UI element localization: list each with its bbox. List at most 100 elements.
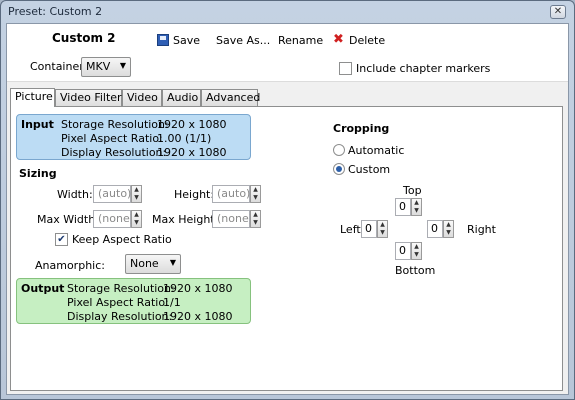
delete-icon: ✖	[333, 32, 344, 47]
crop-bottom-stepper[interactable]: ▲ ▼	[411, 242, 422, 260]
spin-down-icon[interactable]: ▼	[251, 194, 260, 202]
spin-up-icon[interactable]: ▲	[378, 221, 387, 229]
output-heading: Output	[21, 282, 65, 295]
tab-label: Video	[127, 91, 158, 104]
toolbar: Custom 2 Save Save As... Rename ✖ Delete…	[7, 24, 568, 82]
width-label: Width:	[57, 188, 93, 201]
close-icon: ✕	[553, 6, 563, 17]
spin-up-icon[interactable]: ▲	[444, 221, 453, 229]
spin-down-icon[interactable]: ▼	[378, 229, 387, 237]
width-input[interactable]: (auto)	[93, 185, 131, 203]
input-storage-label: Storage Resolution:	[61, 118, 169, 131]
container-label: Container:	[30, 60, 88, 73]
crop-left-label: Left	[340, 223, 361, 236]
tab-label: Advanced	[206, 91, 261, 104]
spin-down-icon[interactable]: ▼	[132, 194, 141, 202]
anamorphic-label: Anamorphic:	[35, 259, 105, 272]
max-height-input[interactable]: (none)	[212, 210, 253, 228]
anamorphic-value: None	[130, 257, 159, 270]
crop-automatic-radio[interactable]	[333, 144, 345, 156]
rename-button[interactable]: Rename	[278, 31, 323, 49]
spin-up-icon[interactable]: ▲	[412, 243, 421, 251]
input-info-box: Input Storage Resolution: 1920 x 1080 Pi…	[16, 114, 251, 160]
spin-up-icon[interactable]: ▲	[132, 186, 141, 194]
max-height-label: Max Height:	[152, 213, 219, 226]
output-display-label: Display Resolution:	[67, 310, 173, 323]
title-bar[interactable]: Preset: Custom 2 ✕	[1, 1, 574, 23]
crop-top-input[interactable]: 0	[395, 198, 411, 216]
crop-left-input[interactable]: 0	[361, 220, 377, 238]
max-width-stepper[interactable]: ▲ ▼	[131, 210, 142, 228]
anamorphic-select[interactable]: None ▼	[125, 254, 181, 274]
tab-video-filters[interactable]: Video Filters	[55, 89, 127, 106]
chevron-down-icon: ▼	[119, 61, 126, 70]
input-heading: Input	[21, 118, 54, 131]
tab-video[interactable]: Video	[122, 89, 162, 106]
spin-up-icon[interactable]: ▲	[251, 211, 260, 219]
crop-top-stepper[interactable]: ▲ ▼	[411, 198, 422, 216]
floppy-disk-icon	[157, 34, 169, 46]
delete-button[interactable]: ✖ Delete	[333, 31, 385, 49]
spin-up-icon[interactable]: ▲	[412, 199, 421, 207]
window-title: Preset: Custom 2	[8, 5, 103, 18]
checkmark-icon: ✔	[57, 234, 66, 245]
crop-bottom-input[interactable]: 0	[395, 242, 411, 260]
input-storage-value: 1920 x 1080	[157, 118, 227, 131]
output-par-value: 1/1	[163, 296, 181, 309]
crop-automatic-label: Automatic	[348, 144, 405, 157]
container-select[interactable]: MKV ▼	[81, 57, 131, 77]
rename-label: Rename	[278, 33, 324, 47]
crop-right-stepper[interactable]: ▲ ▼	[443, 220, 454, 238]
preset-client-area: Custom 2 Save Save As... Rename ✖ Delete…	[6, 23, 569, 395]
crop-top-label: Top	[403, 184, 422, 197]
crop-right-input[interactable]: 0	[427, 220, 443, 238]
tab-picture[interactable]: Picture	[10, 88, 55, 107]
height-input[interactable]: (auto)	[212, 185, 250, 203]
height-label: Height:	[174, 188, 215, 201]
save-as-label: Save As...	[216, 33, 271, 47]
chapter-markers-label: Include chapter markers	[356, 62, 491, 75]
close-button[interactable]: ✕	[550, 5, 566, 19]
output-par-label: Pixel Aspect Ratio:	[67, 296, 169, 309]
cropping-heading: Cropping	[333, 122, 390, 135]
max-width-label: Max Width:	[37, 213, 99, 226]
crop-left-stepper[interactable]: ▲ ▼	[377, 220, 388, 238]
input-display-value: 1920 x 1080	[157, 146, 227, 159]
keep-aspect-label: Keep Aspect Ratio	[72, 233, 172, 246]
height-stepper[interactable]: ▲ ▼	[250, 185, 261, 203]
spin-down-icon[interactable]: ▼	[444, 229, 453, 237]
save-label: Save	[173, 33, 201, 47]
tab-label: Audio	[167, 91, 199, 104]
spin-up-icon[interactable]: ▲	[132, 211, 141, 219]
delete-label: Delete	[349, 33, 386, 47]
save-button[interactable]: Save	[157, 31, 200, 49]
crop-custom-label: Custom	[348, 163, 391, 176]
spin-down-icon[interactable]: ▼	[412, 251, 421, 259]
output-storage-value: 1920 x 1080	[163, 282, 233, 295]
output-info-box: Output Storage Resolution: 1920 x 1080 P…	[16, 278, 251, 324]
spin-down-icon[interactable]: ▼	[251, 219, 260, 227]
keep-aspect-checkbox[interactable]: ✔	[55, 233, 68, 246]
preset-name: Custom 2	[52, 31, 116, 45]
crop-bottom-label: Bottom	[395, 264, 436, 277]
width-stepper[interactable]: ▲ ▼	[131, 185, 142, 203]
tab-label: Picture	[15, 90, 53, 103]
sizing-heading: Sizing	[19, 167, 57, 180]
picture-panel: Input Storage Resolution: 1920 x 1080 Pi…	[10, 106, 563, 391]
chapter-markers-checkbox[interactable]	[339, 62, 352, 75]
spin-down-icon[interactable]: ▼	[412, 207, 421, 215]
save-as-button[interactable]: Save As...	[216, 31, 270, 49]
tab-advanced[interactable]: Advanced	[201, 89, 261, 106]
input-par-label: Pixel Aspect Ratio:	[61, 132, 163, 145]
spin-down-icon[interactable]: ▼	[132, 219, 141, 227]
max-width-input[interactable]: (none)	[93, 210, 134, 228]
container-value: MKV	[86, 60, 111, 73]
spin-up-icon[interactable]: ▲	[251, 186, 260, 194]
crop-right-label: Right	[467, 223, 496, 236]
chevron-down-icon: ▼	[169, 258, 176, 267]
crop-custom-radio[interactable]	[333, 163, 345, 175]
max-height-stepper[interactable]: ▲ ▼	[250, 210, 261, 228]
output-storage-label: Storage Resolution:	[67, 282, 175, 295]
preset-window: Preset: Custom 2 ✕ Custom 2 Save Save As…	[0, 0, 575, 400]
tab-audio[interactable]: Audio	[162, 89, 201, 106]
